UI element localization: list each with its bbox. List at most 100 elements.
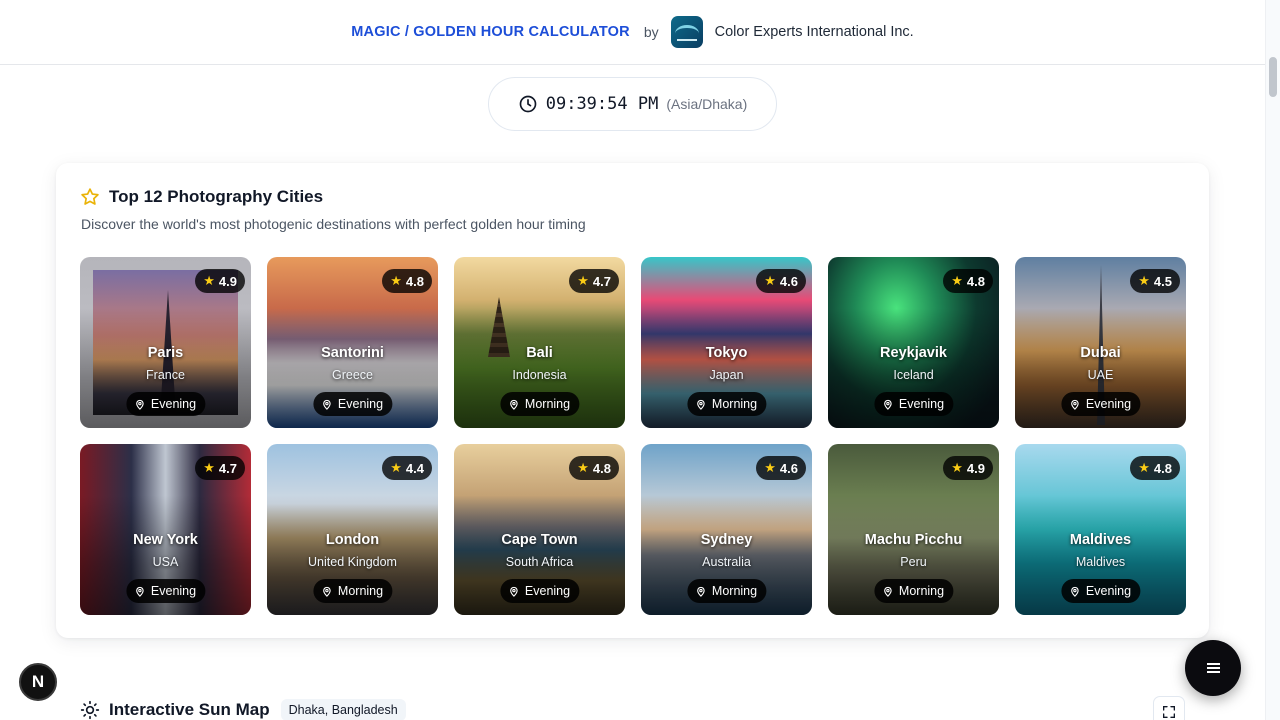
best-time-label: Evening xyxy=(150,397,197,411)
city-name: Tokyo xyxy=(705,345,748,361)
city-name: Paris xyxy=(147,345,184,361)
city-country: France xyxy=(146,368,185,382)
star-filled-icon: ★ xyxy=(203,460,215,475)
fullscreen-button[interactable] xyxy=(1153,696,1185,720)
rating-badge: ★ 4.7 xyxy=(195,456,245,480)
best-time-badge: Morning xyxy=(686,579,767,603)
star-filled-icon: ★ xyxy=(951,460,963,475)
expand-icon xyxy=(1163,706,1175,718)
sun-map-title: Interactive Sun Map xyxy=(109,700,270,719)
star-filled-icon: ★ xyxy=(764,460,776,475)
rating-badge: ★ 4.6 xyxy=(756,456,806,480)
rating-value: 4.7 xyxy=(218,460,237,476)
city-country: South Africa xyxy=(505,555,574,569)
best-time-label: Morning xyxy=(337,584,384,598)
city-card[interactable]: ★ 4.7 New York USA Evening xyxy=(80,444,251,615)
rating-badge: ★ 4.9 xyxy=(943,456,993,480)
city-name: Bali xyxy=(526,345,553,361)
city-name: Sydney xyxy=(700,532,753,548)
rating-value: 4.8 xyxy=(592,460,611,476)
city-country: Iceland xyxy=(893,368,934,382)
scrollbar-thumb[interactable] xyxy=(1269,57,1277,97)
best-time-badge: Morning xyxy=(312,579,393,603)
next-dev-badge[interactable]: N xyxy=(19,663,57,701)
city-card[interactable]: ★ 4.8 Maldives Maldives Evening xyxy=(1015,444,1186,615)
page-scrollbar[interactable] xyxy=(1265,0,1280,720)
city-card[interactable]: ★ 4.6 Sydney Australia Morning xyxy=(641,444,812,615)
city-card[interactable]: ★ 4.9 Machu Picchu Peru Morning xyxy=(828,444,999,615)
city-country: USA xyxy=(152,555,179,569)
calculator-title-link[interactable]: MAGIC / GOLDEN HOUR CALCULATOR xyxy=(351,24,630,40)
by-label: by xyxy=(643,24,659,40)
company-name[interactable]: Color Experts International Inc. xyxy=(715,24,914,40)
rating-value: 4.9 xyxy=(966,460,985,476)
best-time-badge: Evening xyxy=(312,392,393,416)
best-time-badge: Morning xyxy=(499,392,580,416)
city-card[interactable]: ★ 4.8 Cape Town South Africa Evening xyxy=(454,444,625,615)
cities-subtitle: Discover the world's most photogenic des… xyxy=(81,216,586,232)
best-time-label: Evening xyxy=(898,397,945,411)
map-pin-icon xyxy=(883,586,892,597)
location-badge: Dhaka, Bangladesh xyxy=(280,699,406,720)
city-card[interactable]: ★ 4.7 Bali Indonesia Morning xyxy=(454,257,625,428)
city-name: Cape Town xyxy=(501,532,578,548)
map-pin-icon xyxy=(509,399,518,410)
best-time-badge: Evening xyxy=(125,579,206,603)
rating-badge: ★ 4.9 xyxy=(195,269,245,293)
rating-value: 4.9 xyxy=(218,273,237,289)
rating-value: 4.6 xyxy=(779,460,798,476)
map-pin-icon xyxy=(135,399,144,410)
city-country: UAE xyxy=(1087,368,1114,382)
map-pin-icon xyxy=(883,399,892,410)
rating-value: 4.4 xyxy=(405,460,424,476)
best-time-label: Evening xyxy=(524,584,571,598)
star-filled-icon: ★ xyxy=(764,273,776,288)
city-name: New York xyxy=(133,532,198,548)
best-time-label: Morning xyxy=(711,584,758,598)
city-card[interactable]: ★ 4.8 Santorini Greece Evening xyxy=(267,257,438,428)
best-time-badge: Evening xyxy=(499,579,580,603)
sun-icon xyxy=(80,700,100,720)
star-filled-icon: ★ xyxy=(203,273,215,288)
company-logo[interactable] xyxy=(670,16,703,48)
city-card[interactable]: ★ 4.9 Paris France Evening xyxy=(80,257,251,428)
city-card[interactable]: ★ 4.5 Dubai UAE Evening xyxy=(1015,257,1186,428)
rating-badge: ★ 4.6 xyxy=(756,269,806,293)
menu-fab-button[interactable] xyxy=(1185,640,1241,696)
best-time-label: Evening xyxy=(1085,397,1132,411)
best-time-badge: Morning xyxy=(686,392,767,416)
map-pin-icon xyxy=(322,586,331,597)
sun-map-heading: Interactive Sun Map Dhaka, Bangladesh xyxy=(80,699,406,720)
star-filled-icon: ★ xyxy=(1138,460,1150,475)
city-country: Japan xyxy=(709,368,744,382)
star-outline-icon xyxy=(81,188,99,205)
top-header: MAGIC / GOLDEN HOUR CALCULATOR by Color … xyxy=(0,0,1265,65)
city-country: United Kingdom xyxy=(308,555,397,569)
best-time-label: Evening xyxy=(150,584,197,598)
rating-value: 4.8 xyxy=(405,273,424,289)
city-name: Reykjavik xyxy=(880,345,947,361)
rating-value: 4.8 xyxy=(1153,460,1172,476)
best-time-badge: Evening xyxy=(125,392,206,416)
city-card[interactable]: ★ 4.6 Tokyo Japan Morning xyxy=(641,257,812,428)
star-filled-icon: ★ xyxy=(1138,273,1150,288)
rating-badge: ★ 4.8 xyxy=(569,456,619,480)
city-country: Greece xyxy=(332,368,373,382)
map-pin-icon xyxy=(696,586,705,597)
city-name: Maldives xyxy=(1069,532,1132,548)
best-time-badge: Evening xyxy=(1060,579,1141,603)
rating-badge: ★ 4.8 xyxy=(1130,456,1180,480)
current-time-display: 09:39:54 PM (Asia/Dhaka) xyxy=(488,77,777,131)
city-card[interactable]: ★ 4.8 Reykjavik Iceland Evening xyxy=(828,257,999,428)
map-pin-icon xyxy=(1070,399,1079,410)
best-time-badge: Evening xyxy=(873,392,954,416)
city-country: Peru xyxy=(900,555,927,569)
rating-value: 4.5 xyxy=(1153,273,1172,289)
photography-cities-card: Top 12 Photography Cities Discover the w… xyxy=(56,163,1209,638)
city-card[interactable]: ★ 4.4 London United Kingdom Morning xyxy=(267,444,438,615)
best-time-label: Morning xyxy=(711,397,758,411)
city-country: Indonesia xyxy=(512,368,567,382)
rating-badge: ★ 4.5 xyxy=(1130,269,1180,293)
best-time-label: Evening xyxy=(1085,584,1132,598)
cities-grid: ★ 4.9 Paris France Evening ★ 4.8 Santorini Greec… xyxy=(80,257,1186,615)
